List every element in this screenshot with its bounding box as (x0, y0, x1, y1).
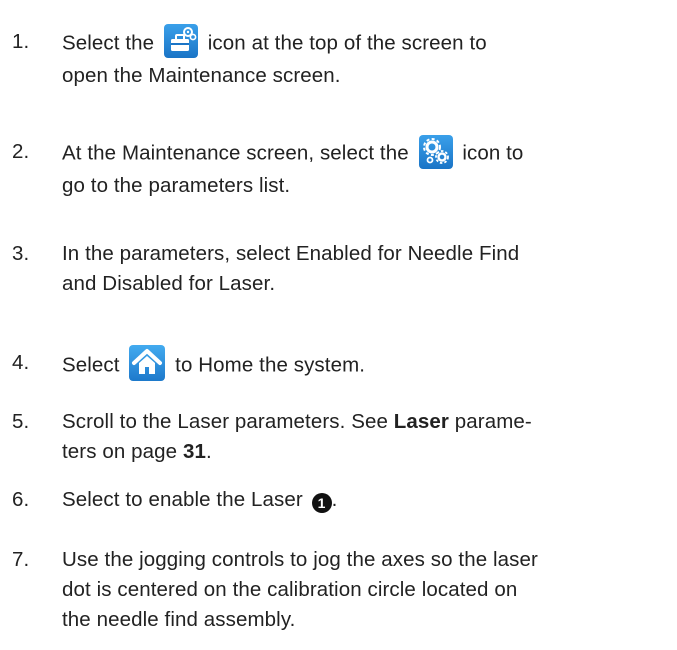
step-number: 3. (12, 242, 30, 265)
step-text-line1: In the parameters, select Enabled for Ne… (62, 242, 520, 265)
step-text-main: Select to enable the Laser (62, 488, 303, 511)
step-text: Select the icon at the top of the screen… (62, 24, 652, 91)
step-text-before: Select (62, 353, 120, 377)
callout-number-icon: 1 (311, 493, 332, 513)
step-number: 2. (12, 140, 30, 163)
step-text-line3: the needle find assembly. (62, 608, 296, 631)
step-6: 6. Select to enable the Laser 1. (12, 485, 652, 515)
step-text: At the Maintenance screen, select the ic… (62, 135, 652, 201)
step-number: 6. (12, 488, 30, 511)
step-text: Select to enable the Laser 1. (62, 488, 338, 513)
step-number: 4. (12, 351, 30, 374)
step-text-line2: dot is centered on the calibration circl… (62, 578, 518, 601)
step-4: 4. Select to Home the system. (12, 345, 652, 384)
step-1: 1. Select the icon at the top of the scr… (12, 24, 652, 91)
laser-reference: Laser (393, 410, 449, 433)
maintenance-toolbox-icon (163, 24, 198, 58)
step-number: 7. (12, 548, 30, 571)
step-text-after: to Home the system. (175, 353, 366, 377)
step-text-line2-after: . (205, 440, 212, 463)
step-text-after: icon at the top of the screen to (207, 31, 487, 55)
step-text: In the parameters, select Enabled for Ne… (62, 239, 652, 299)
page-reference: 31 (182, 440, 206, 463)
step-number: 1. (12, 30, 30, 53)
step-2: 2. At the Maintenance screen, select the… (12, 135, 652, 201)
step-text-line1: Use the jogging controls to jog the axes… (62, 548, 538, 571)
step-number: 5. (12, 410, 30, 433)
gears-icon (418, 135, 453, 169)
home-icon (129, 345, 166, 381)
step-5: 5. Scroll to the Laser parameters. See L… (12, 407, 652, 467)
step-text: Select to Home the system. (62, 345, 652, 384)
instruction-page: 1. Select the icon at the top of the scr… (0, 0, 677, 650)
step-text-line2-before: ters on page (62, 440, 178, 463)
step-text-line2: and Disabled for Laser. (62, 272, 276, 295)
step-7: 7. Use the jogging controls to jog the a… (12, 545, 652, 635)
step-text: Scroll to the Laser parameters. See Lase… (62, 407, 652, 467)
step-text-line1-after: parame- (454, 410, 532, 433)
step-text-before: At the Maintenance screen, select the (62, 141, 409, 165)
step-text-line1-before: Scroll to the Laser parameters. See (62, 410, 388, 433)
step-text: Use the jogging controls to jog the axes… (62, 545, 652, 635)
step-text-line2: go to the parameters list. (62, 174, 291, 197)
step-3: 3. In the parameters, select Enabled for… (12, 239, 652, 299)
step-text-line2: open the Maintenance screen. (62, 64, 341, 87)
step-text-after: icon to (462, 141, 524, 165)
step-text-before: Select the (62, 31, 155, 55)
